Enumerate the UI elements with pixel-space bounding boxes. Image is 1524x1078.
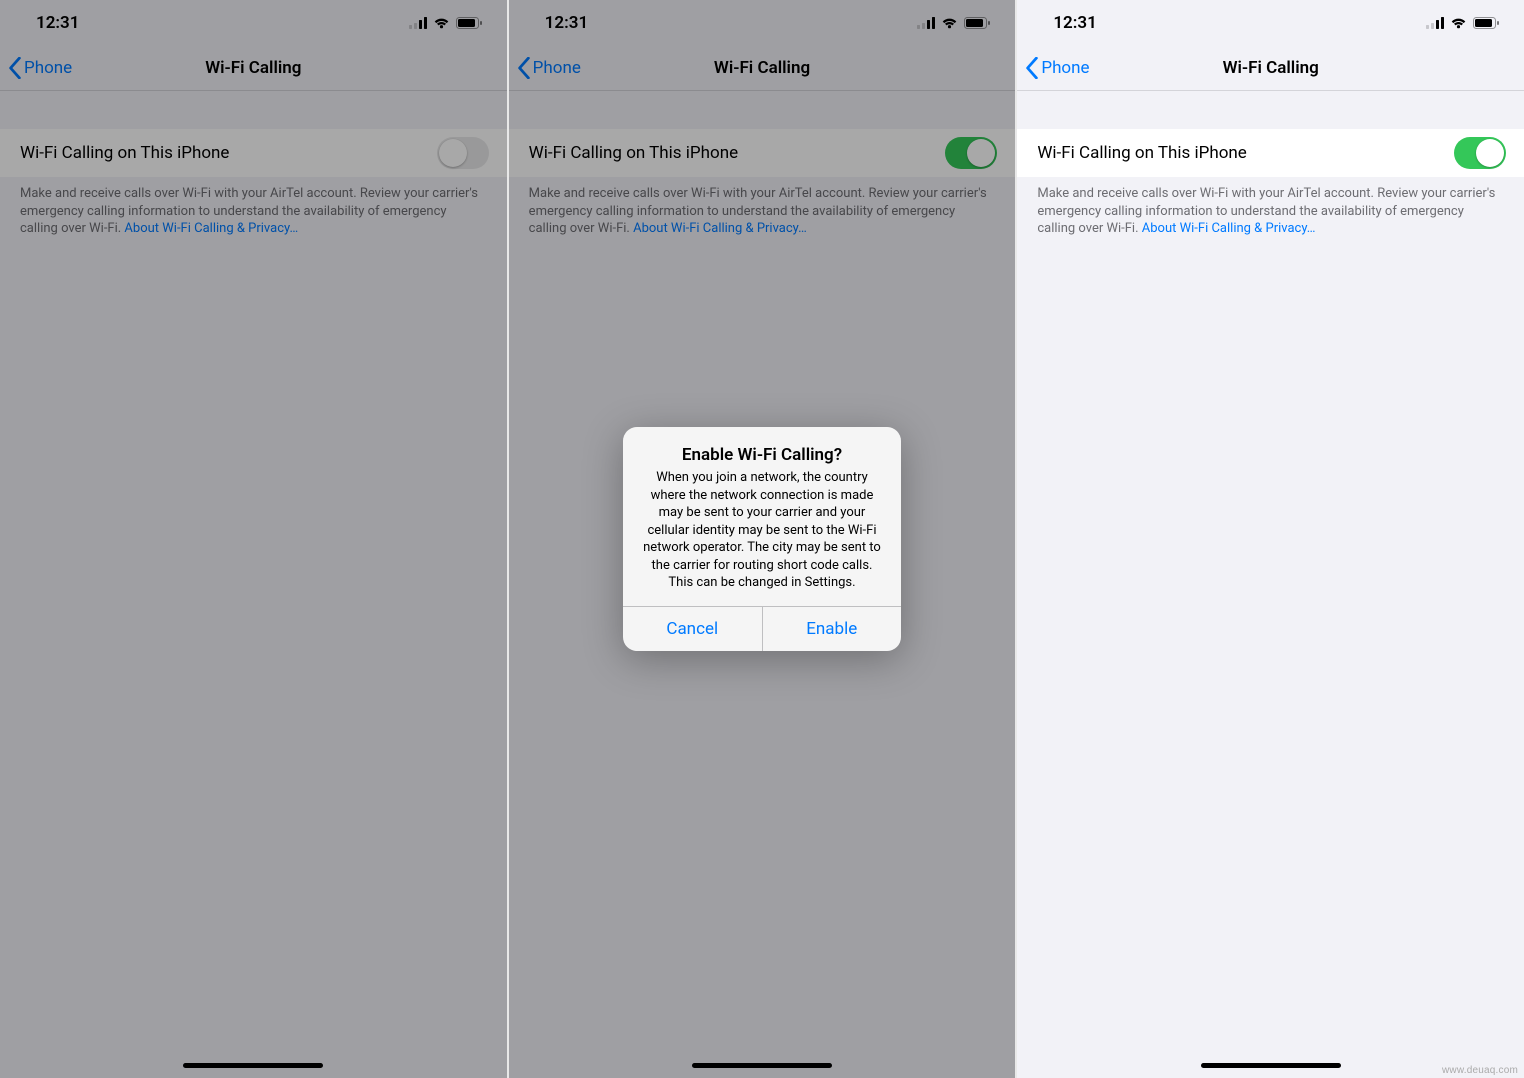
screen-3: 12:31 Phone Wi-Fi Calling Wi-Fi Calling … <box>1017 0 1524 1078</box>
wifi-calling-toggle[interactable] <box>1454 137 1506 169</box>
cellular-icon <box>1426 17 1444 29</box>
row-footer: Make and receive calls over Wi-Fi with y… <box>0 177 507 238</box>
home-indicator[interactable] <box>1201 1063 1341 1068</box>
nav-bar: Phone Wi-Fi Calling <box>0 46 507 91</box>
wifi-calling-row[interactable]: Wi-Fi Calling on This iPhone <box>1017 129 1524 177</box>
home-indicator[interactable] <box>183 1063 323 1068</box>
settings-content: Wi-Fi Calling on This iPhone Make and re… <box>0 91 507 1078</box>
battery-icon <box>1473 17 1500 29</box>
row-footer: Make and receive calls over Wi-Fi with y… <box>1017 177 1524 238</box>
back-button[interactable]: Phone <box>1025 46 1089 90</box>
three-screenshot-row: 12:31 Phone Wi-Fi Calling Wi-Fi Calling … <box>0 0 1524 1078</box>
status-indicators <box>1426 17 1500 29</box>
status-time: 12:31 <box>1053 13 1096 33</box>
cancel-button[interactable]: Cancel <box>623 607 762 651</box>
nav-title: Wi-Fi Calling <box>0 58 507 78</box>
status-time: 12:31 <box>36 13 79 33</box>
alert-message: When you join a network, the country whe… <box>639 469 885 592</box>
privacy-link[interactable]: About Wi-Fi Calling & Privacy… <box>124 221 298 236</box>
row-label: Wi-Fi Calling on This iPhone <box>1037 143 1246 163</box>
enable-wifi-calling-alert: Enable Wi-Fi Calling? When you join a ne… <box>623 427 901 651</box>
watermark: www.deuaq.com <box>1442 1065 1518 1076</box>
status-bar: 12:31 <box>1017 0 1524 46</box>
wifi-icon <box>433 17 450 29</box>
status-bar: 12:31 <box>0 0 507 46</box>
screen-2: 12:31 Phone Wi-Fi Calling Wi-Fi Calling … <box>509 0 1016 1078</box>
chevron-left-icon <box>8 57 22 79</box>
nav-title: Wi-Fi Calling <box>1017 58 1524 78</box>
alert-title: Enable Wi-Fi Calling? <box>639 445 885 465</box>
nav-bar: Phone Wi-Fi Calling <box>1017 46 1524 91</box>
wifi-calling-row[interactable]: Wi-Fi Calling on This iPhone <box>0 129 507 177</box>
cellular-icon <box>409 17 427 29</box>
chevron-left-icon <box>1025 57 1039 79</box>
privacy-link[interactable]: About Wi-Fi Calling & Privacy… <box>1142 221 1316 236</box>
wifi-calling-toggle[interactable] <box>437 137 489 169</box>
back-label: Phone <box>1041 58 1089 78</box>
back-button[interactable]: Phone <box>8 46 72 90</box>
alert-layer: Enable Wi-Fi Calling? When you join a ne… <box>509 0 1016 1078</box>
battery-icon <box>456 17 483 29</box>
row-label: Wi-Fi Calling on This iPhone <box>20 143 229 163</box>
status-indicators <box>409 17 483 29</box>
settings-content: Wi-Fi Calling on This iPhone Make and re… <box>1017 91 1524 1078</box>
wifi-icon <box>1450 17 1467 29</box>
enable-button[interactable]: Enable <box>762 607 902 651</box>
screen-1: 12:31 Phone Wi-Fi Calling Wi-Fi Calling … <box>0 0 507 1078</box>
back-label: Phone <box>24 58 72 78</box>
